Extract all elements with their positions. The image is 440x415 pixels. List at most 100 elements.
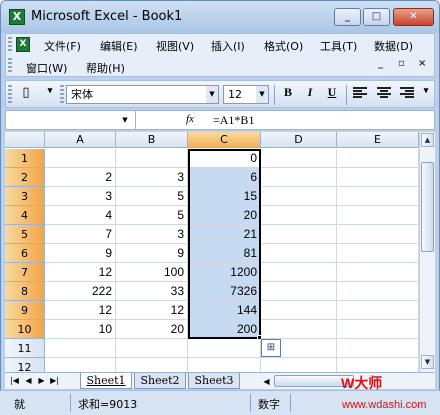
select-all-corner[interactable] [5,132,45,148]
cell[interactable]: 12 [45,301,116,320]
cell[interactable]: 5 [116,206,188,225]
scroll-left-icon[interactable]: ◀ [261,375,272,389]
cell[interactable] [337,187,419,206]
column-header-c[interactable]: C [188,132,261,148]
cell[interactable]: 5 [116,187,188,206]
workbook-icon[interactable]: X [16,37,30,52]
new-document-icon[interactable]: ▯ [16,85,36,103]
cell[interactable]: 200 [188,320,261,339]
doc-minimize-icon[interactable]: _ [378,58,383,69]
next-sheet-icon[interactable]: ▶ [36,374,47,388]
cell[interactable]: 6 [188,168,261,187]
menu-edit[interactable]: 编辑(E) [100,38,138,54]
cell[interactable] [337,320,419,339]
cell[interactable]: 81 [188,244,261,263]
name-box[interactable]: ▼ [6,111,136,129]
row-header[interactable]: 8 [5,282,45,301]
vertical-scroll-thumb[interactable] [421,162,434,252]
menu-help[interactable]: 帮助(H) [86,60,125,76]
column-header-e[interactable]: E [337,132,419,148]
menubar-grip[interactable] [8,37,12,53]
last-sheet-icon[interactable]: ▶| [49,374,60,388]
row-header[interactable]: 10 [5,320,45,339]
insert-function-icon[interactable]: fx [186,113,194,125]
bold-button[interactable]: B [278,85,298,103]
doc-close-icon[interactable]: × [418,58,426,69]
cell[interactable] [116,339,188,358]
font-name-select[interactable]: 宋体 ▼ [66,85,219,104]
cell[interactable] [337,282,419,301]
cell[interactable] [45,358,116,372]
row-header[interactable]: 6 [5,244,45,263]
toolbar-options-icon[interactable]: ▾ [40,85,60,103]
align-left-icon[interactable] [353,87,367,100]
scroll-up-icon[interactable]: ▲ [421,133,434,147]
row-header[interactable]: 5 [5,225,45,244]
menu-insert[interactable]: 插入(I) [211,38,245,54]
cell[interactable]: 222 [45,282,116,301]
cell[interactable]: 12 [45,263,116,282]
cell[interactable] [261,263,337,282]
cell[interactable] [337,168,419,187]
toolbar-overflow-icon[interactable]: ▾ [419,85,433,103]
cell[interactable] [188,358,261,372]
cell[interactable]: 3 [116,168,188,187]
cell[interactable]: 144 [188,301,261,320]
cell[interactable] [261,187,337,206]
cell[interactable]: 15 [188,187,261,206]
menu-window[interactable]: 窗口(W) [26,60,67,76]
column-header-a[interactable]: A [45,132,116,148]
cell[interactable]: 21 [188,225,261,244]
cell[interactable] [337,339,419,358]
horizontal-scrollbar[interactable]: ◀ [260,374,420,389]
cell[interactable]: 7 [45,225,116,244]
cell[interactable]: 10 [45,320,116,339]
cell[interactable] [337,225,419,244]
menu-format[interactable]: 格式(O) [264,38,303,54]
cell[interactable] [116,149,188,168]
underline-button[interactable]: U [322,85,342,103]
font-size-select[interactable]: 12 ▼ [223,85,269,104]
toolbar-grip[interactable] [8,85,12,103]
italic-button[interactable]: I [300,85,320,103]
cell[interactable] [261,301,337,320]
cell[interactable] [261,282,337,301]
cell[interactable] [116,358,188,372]
toolbar-grip-2[interactable] [60,85,64,103]
prev-sheet-icon[interactable]: ◀ [23,374,34,388]
row-header[interactable]: 9 [5,301,45,320]
cell[interactable]: 0 [188,149,261,168]
doc-restore-icon[interactable]: ▫ [398,58,405,69]
cell[interactable]: 33 [116,282,188,301]
cell[interactable] [261,206,337,225]
align-center-icon[interactable] [377,87,391,100]
cell[interactable]: 1200 [188,263,261,282]
tab-sheet3[interactable]: Sheet3 [188,373,240,389]
first-sheet-icon[interactable]: |◀ [9,374,20,388]
cell[interactable]: 2 [45,168,116,187]
row-header[interactable]: 2 [5,168,45,187]
cell[interactable] [261,244,337,263]
row-header[interactable]: 3 [5,187,45,206]
paste-options-icon[interactable]: ⊞ [261,339,281,357]
cell[interactable] [261,168,337,187]
cell[interactable]: 9 [116,244,188,263]
cell[interactable]: 7326 [188,282,261,301]
menu-file[interactable]: 文件(F) [44,38,81,54]
cell[interactable]: 20 [116,320,188,339]
tab-sheet2[interactable]: Sheet2 [134,373,186,389]
cell[interactable]: 100 [116,263,188,282]
cell[interactable] [337,358,419,372]
vertical-scrollbar[interactable]: ▲ ▼ [419,132,435,372]
excel-icon[interactable]: X [9,9,25,25]
cell[interactable]: 3 [45,187,116,206]
menu-data[interactable]: 数据(D) [374,38,413,54]
cell[interactable]: 9 [45,244,116,263]
formula-input[interactable]: =A1*B1 [213,113,254,128]
row-header[interactable]: 1 [5,149,45,168]
column-header-d[interactable]: D [261,132,337,148]
row-header[interactable]: 12 [5,358,45,372]
scroll-down-icon[interactable]: ▼ [421,355,434,369]
chevron-down-icon[interactable]: ▼ [206,86,218,103]
align-right-icon[interactable] [400,87,414,100]
